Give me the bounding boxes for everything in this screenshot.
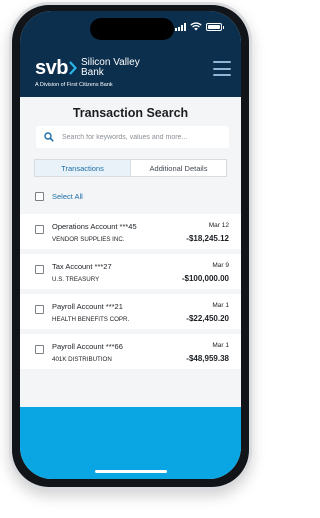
search-bar[interactable] xyxy=(36,126,229,148)
page-title: Transaction Search xyxy=(72,106,189,120)
transaction-account: Tax Account ***27 xyxy=(52,262,112,271)
wifi-icon xyxy=(190,22,202,31)
tab-additional-details[interactable]: Additional Details xyxy=(131,160,226,176)
tab-bar: Transactions Additional Details xyxy=(34,159,227,177)
select-all-label[interactable]: Select All xyxy=(52,192,83,201)
transaction-amount: -$100,000.00 xyxy=(181,274,229,283)
dynamic-island xyxy=(90,18,174,40)
transaction-checkbox[interactable] xyxy=(35,305,44,314)
transaction-date: Mar 1 xyxy=(212,342,229,349)
transaction-account: Operations Account ***45 xyxy=(52,222,137,231)
transaction-amount: -$18,245.12 xyxy=(186,234,229,243)
transaction-date: Mar 12 xyxy=(208,222,229,229)
footer-banner xyxy=(20,407,241,479)
transaction-checkbox[interactable] xyxy=(35,265,44,274)
transaction-amount: -$22,450.20 xyxy=(186,314,229,323)
logo-chevron-icon xyxy=(69,61,77,75)
transaction-list: Operations Account ***45 Mar 12 VENDOR S… xyxy=(20,214,241,374)
home-indicator[interactable] xyxy=(95,470,167,473)
transaction-description: U.S. TREASURY xyxy=(52,276,100,283)
phone-screen: svb Silicon Valley Bank A Division of Fi… xyxy=(20,11,241,479)
transaction-account: Payroll Account ***21 xyxy=(52,302,123,311)
hamburger-menu-icon[interactable] xyxy=(213,61,231,76)
search-input[interactable] xyxy=(62,133,222,141)
logo-bank-name: Silicon Valley Bank xyxy=(81,58,140,78)
transaction-account: Payroll Account ***66 xyxy=(52,342,123,351)
transaction-checkbox[interactable] xyxy=(35,345,44,354)
transaction-row[interactable]: Payroll Account ***66 Mar 1 401K DISTRIB… xyxy=(20,334,241,369)
select-all[interactable]: Select All xyxy=(35,192,83,201)
transaction-row[interactable]: Payroll Account ***21 Mar 1 HEALTH BENEF… xyxy=(20,294,241,329)
phone-frame: svb Silicon Valley Bank A Division of Fi… xyxy=(9,2,252,490)
logo-wordmark: svb xyxy=(35,57,68,79)
transaction-description: HEALTH BENEFITS COPR. xyxy=(52,316,130,323)
logo-division-text: A Division of First Citizens Bank xyxy=(35,82,113,88)
transaction-description: VENDOR SUPPLIES INC. xyxy=(52,236,125,243)
select-all-checkbox[interactable] xyxy=(35,192,44,201)
signal-icon xyxy=(175,22,186,31)
transaction-row[interactable]: Tax Account ***27 Mar 9 U.S. TREASURY -$… xyxy=(20,254,241,289)
app-header: svb Silicon Valley Bank A Division of Fi… xyxy=(20,11,241,97)
transaction-checkbox[interactable] xyxy=(35,225,44,234)
logo-name-line2: Bank xyxy=(80,67,104,78)
transaction-description: 401K DISTRIBUTION xyxy=(52,356,112,363)
transaction-date: Mar 1 xyxy=(212,302,229,309)
transaction-row[interactable]: Operations Account ***45 Mar 12 VENDOR S… xyxy=(20,214,241,249)
phone-bezel: svb Silicon Valley Bank A Division of Fi… xyxy=(12,5,249,487)
status-icons xyxy=(175,22,224,31)
battery-icon xyxy=(206,22,224,31)
search-icon xyxy=(44,132,54,142)
tab-transactions[interactable]: Transactions xyxy=(35,160,131,176)
transaction-amount: -$48,959.38 xyxy=(186,354,229,363)
svb-logo: svb Silicon Valley Bank xyxy=(35,57,140,79)
transaction-date: Mar 9 xyxy=(212,262,229,269)
